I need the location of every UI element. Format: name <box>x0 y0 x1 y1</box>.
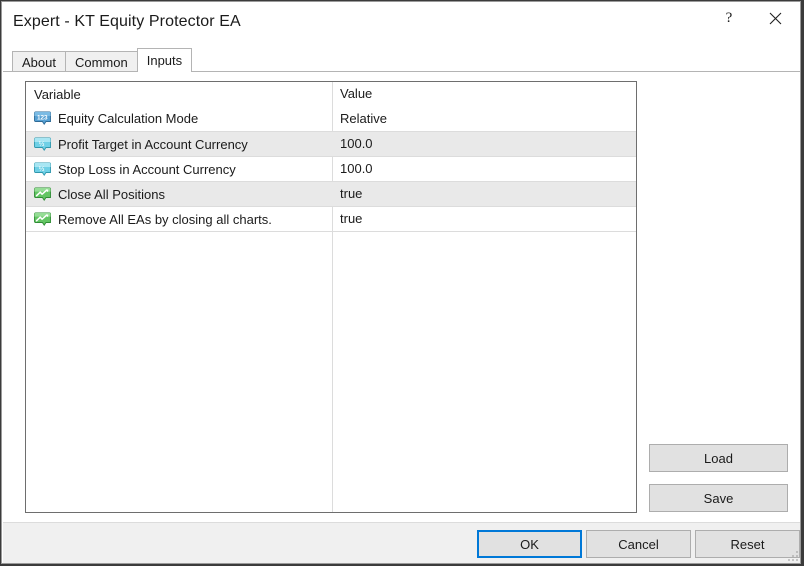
row-variable-cell: ½ Profit Target in Account Currency <box>26 137 332 152</box>
reset-button[interactable]: Reset <box>695 530 800 558</box>
resize-grip[interactable] <box>788 551 798 561</box>
parameters-table[interactable]: Variable Value 123 Equity Calculation Mo… <box>25 81 637 513</box>
integer-type-icon: 123 <box>34 111 51 126</box>
row-variable-cell: Close All Positions <box>26 187 332 202</box>
row-variable-label: Equity Calculation Mode <box>58 111 199 126</box>
row-value-cell[interactable]: 100.0 <box>332 135 636 153</box>
inputs-panel: Variable Value 123 Equity Calculation Mo… <box>3 71 800 522</box>
question-mark-icon: ? <box>725 9 733 26</box>
double-type-icon: ½ <box>34 137 51 152</box>
dialog-footer: OK Cancel Reset <box>3 522 800 563</box>
tab-inputs[interactable]: Inputs <box>136 48 193 72</box>
row-variable-label: Remove All EAs by closing all charts. <box>58 211 272 227</box>
row-value-cell[interactable]: Relative <box>332 110 636 128</box>
table-row[interactable]: ½ Stop Loss in Account Currency 100.0 <box>26 156 636 181</box>
tab-strip: About Common Inputs <box>12 48 193 72</box>
table-empty-area <box>26 231 636 256</box>
svg-text:½: ½ <box>39 138 45 147</box>
row-value-text: 100.0 <box>340 161 373 176</box>
row-value-text: true <box>340 211 363 226</box>
row-variable-cell: ½ Stop Loss in Account Currency <box>26 162 332 177</box>
window-title: Expert - KT Equity Protector EA <box>13 13 241 30</box>
row-value-cell[interactable]: 100.0 <box>332 160 636 178</box>
table-row[interactable]: Remove All EAs by closing all charts. tr… <box>26 206 636 231</box>
title-bar: Expert - KT Equity Protector EA ? <box>2 2 800 46</box>
column-header-variable: Variable <box>34 86 81 102</box>
row-variable-label: Profit Target in Account Currency <box>58 136 248 152</box>
header-cell-variable: Variable <box>26 87 332 102</box>
close-button[interactable] <box>752 2 798 34</box>
table-row[interactable]: 123 Equity Calculation Mode Relative <box>26 106 636 131</box>
tab-common[interactable]: Common <box>64 51 138 72</box>
tab-about[interactable]: About <box>12 51 66 72</box>
ok-button[interactable]: OK <box>477 530 582 558</box>
column-header-value: Value <box>340 86 373 101</box>
row-value-cell[interactable]: true <box>332 185 636 203</box>
svg-text:½: ½ <box>39 163 45 172</box>
row-value-cell[interactable]: true <box>332 210 636 228</box>
row-variable-label: Close All Positions <box>58 186 165 202</box>
boolean-type-icon <box>34 212 51 227</box>
boolean-type-icon <box>34 187 51 202</box>
row-variable-cell: 123 Equity Calculation Mode <box>26 111 332 126</box>
row-variable-cell: Remove All EAs by closing all charts. <box>26 212 332 227</box>
save-button[interactable]: Save <box>649 484 788 512</box>
expert-properties-dialog: Expert - KT Equity Protector EA ? About … <box>1 1 801 564</box>
table-row[interactable]: Close All Positions true <box>26 181 636 206</box>
row-value-text: Relative <box>340 110 387 126</box>
row-value-text: true <box>340 186 363 201</box>
double-type-icon: ½ <box>34 162 51 177</box>
close-icon <box>769 12 781 24</box>
table-row[interactable]: ½ Profit Target in Account Currency 100.… <box>26 131 636 156</box>
help-button[interactable]: ? <box>706 2 752 34</box>
svg-text:123: 123 <box>37 115 48 122</box>
cancel-button[interactable]: Cancel <box>586 530 691 558</box>
row-value-text: 100.0 <box>340 136 373 151</box>
load-button[interactable]: Load <box>649 444 788 472</box>
table-header-row: Variable Value <box>26 82 636 106</box>
row-variable-label: Stop Loss in Account Currency <box>58 161 236 177</box>
header-cell-value: Value <box>332 85 636 103</box>
